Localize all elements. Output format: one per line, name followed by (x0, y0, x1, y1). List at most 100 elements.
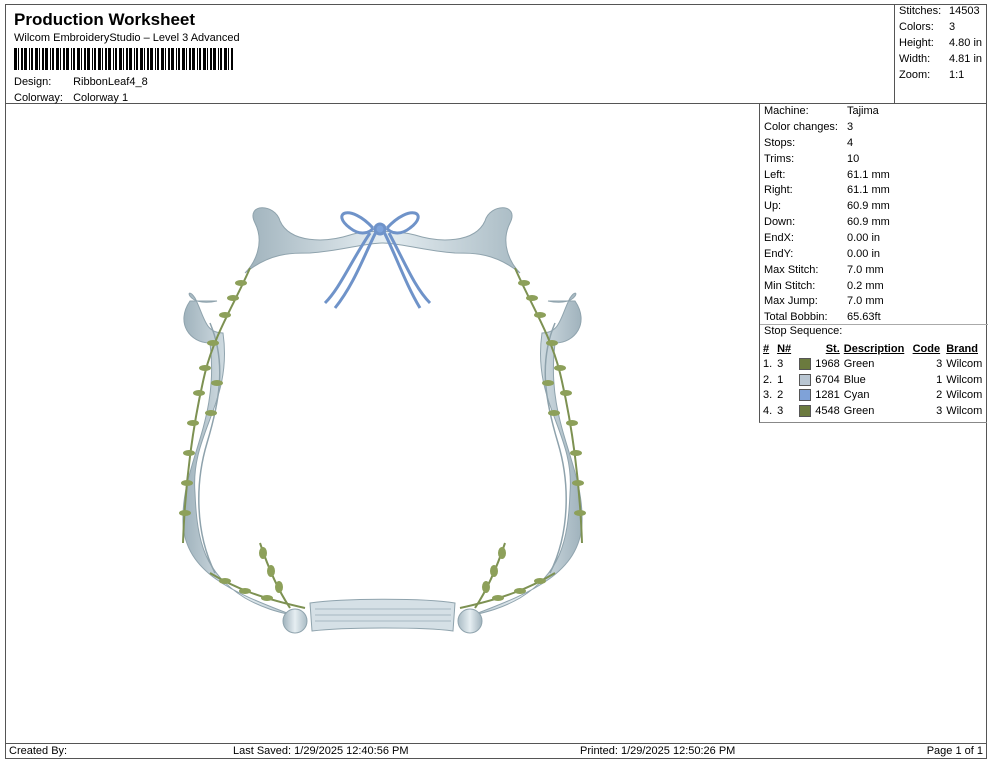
barcode-bar (63, 48, 65, 70)
barcode-bar (147, 48, 149, 70)
info-row: Up: 60.9 mm (764, 200, 890, 212)
barcode-bar (178, 48, 180, 70)
barcode-bar (199, 48, 201, 70)
barcode-bar (207, 48, 208, 70)
info-value: 0.2 mm (847, 280, 884, 292)
barcode-bar (39, 48, 40, 70)
barcode-bar (113, 48, 114, 70)
color-code: 2 (936, 389, 943, 402)
table-row: 2. 1 6704 Blue 1 Wilcom (761, 372, 987, 388)
row-index: 3. (763, 389, 773, 402)
info-value: 60.9 mm (847, 200, 890, 212)
info-label: Color changes: (764, 121, 838, 133)
thread-brand: Wilcom (946, 389, 983, 402)
color-swatch (799, 404, 812, 417)
barcode-bar (228, 48, 229, 70)
barcode-bar (66, 48, 69, 70)
barcode-bar (186, 48, 187, 70)
barcode-bar (213, 48, 216, 70)
barcode-bar (150, 48, 153, 70)
info-label: Machine: (764, 105, 809, 117)
color-description: Green (843, 404, 875, 417)
barcode-bar (35, 48, 38, 70)
barcode-bar (123, 48, 124, 70)
barcode-bar (14, 48, 17, 70)
info-row: Max Stitch: 7.0 mm (764, 264, 884, 276)
barcode-bar (115, 48, 117, 70)
barcode-bar (218, 48, 219, 70)
col-header: Description (843, 342, 905, 355)
color-code: 3 (936, 404, 943, 417)
needle-number: 1 (777, 373, 784, 386)
table-row: 1. 3 1968 Green 3 Wilcom (761, 357, 987, 373)
stat-value: 3 (949, 21, 956, 33)
barcode-bar (45, 48, 48, 70)
barcode-bar (119, 48, 122, 70)
stat-label: Stitches: (899, 5, 942, 17)
info-label: EndY: (764, 248, 794, 260)
barcode-bar (210, 48, 212, 70)
barcode-bar (220, 48, 222, 70)
stat-row: Colors: 3 (899, 21, 955, 33)
thread-brand: Wilcom (946, 373, 983, 386)
info-value: 61.1 mm (847, 169, 890, 181)
barcode-bar (50, 48, 51, 70)
info-row: Trims: 10 (764, 153, 859, 165)
barcode-bar (105, 48, 107, 70)
info-label: Trims: (764, 153, 795, 165)
info-label: Up: (764, 200, 782, 212)
barcode-bar (176, 48, 177, 70)
stop-sequence-label: Stop Sequence: (764, 325, 843, 337)
barcode-bar (189, 48, 191, 70)
color-code: 1 (936, 373, 943, 386)
info-row: Down: 60.9 mm (764, 216, 890, 228)
barcode-bar (52, 48, 54, 70)
info-label: Down: (764, 216, 796, 228)
page-title: Production Worksheet (14, 10, 196, 29)
col-header: Code (912, 342, 941, 355)
info-value: 60.9 mm (847, 216, 890, 228)
info-value: 3 (847, 121, 854, 133)
col-header: St. (825, 342, 840, 355)
stat-row: Width: 4.81 in (899, 53, 982, 65)
stat-label: Zoom: (899, 69, 931, 81)
barcode-bar (197, 48, 198, 70)
info-value: Tajima (847, 105, 879, 117)
frame-right (459, 292, 583, 633)
barcode-bar (224, 48, 227, 70)
barcode-bar (165, 48, 166, 70)
last-saved: Last Saved: 1/29/2025 12:40:56 PM (233, 745, 409, 757)
col-header: Brand (946, 342, 978, 355)
info-value: 7.0 mm (847, 264, 884, 276)
color-description: Cyan (843, 389, 870, 402)
info-value: 7.0 mm (847, 295, 884, 307)
barcode-bar (182, 48, 185, 70)
color-code: 3 (936, 358, 943, 371)
color-swatch (799, 373, 812, 386)
stitch-count: 4548 (815, 404, 840, 417)
embroidery-design-image (179, 207, 586, 634)
needle-number: 3 (777, 358, 784, 371)
bow (323, 211, 432, 309)
stat-label: Width: (899, 53, 931, 65)
info-value: 0.00 in (847, 232, 881, 244)
stat-value: 1:1 (949, 69, 965, 81)
barcode-bar (71, 48, 72, 70)
info-row: Total Bobbin: 65.63ft (764, 311, 881, 323)
barcode-bar (157, 48, 159, 70)
info-value: 61.1 mm (847, 184, 890, 196)
needle-number: 3 (777, 404, 784, 417)
row-index: 2. (763, 373, 773, 386)
design-stats: Stitches: 14503 Colors: 3 Height: 4.80 in W… (894, 4, 987, 104)
stitch-count: 1281 (815, 389, 840, 402)
stat-value: 4.81 in (949, 53, 983, 65)
barcode-bar (24, 48, 27, 70)
info-label: Total Bobbin: (764, 311, 828, 323)
leaf-clusters (179, 280, 586, 601)
barcode-bar (94, 48, 96, 70)
color-description: Blue (843, 373, 866, 386)
info-row: EndY: 0.00 in (764, 248, 880, 260)
info-row: Stops: 4 (764, 137, 853, 149)
info-row: Left: 61.1 mm (764, 169, 890, 181)
row-index: 1. (763, 358, 773, 371)
